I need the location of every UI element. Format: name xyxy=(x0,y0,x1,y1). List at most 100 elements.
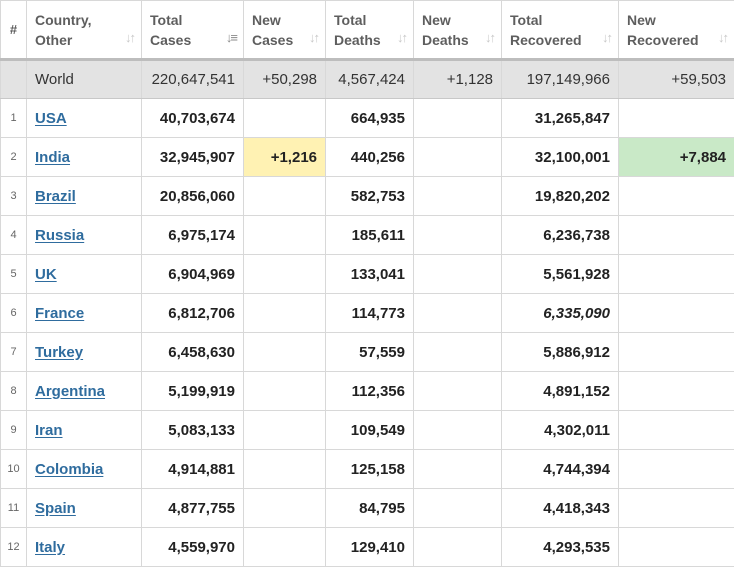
total-deaths-cell: 129,410 xyxy=(325,527,414,567)
header-total-recovered-line2: Recovered xyxy=(510,31,582,48)
table-row: 6 France 6,812,706 114,773 6,335,090 xyxy=(0,293,734,333)
new-cases-cell: +1,216 xyxy=(243,137,326,177)
sort-icon[interactable]: ↓↑ xyxy=(485,28,496,48)
header-rank[interactable]: # xyxy=(0,0,27,60)
world-total-row: World 220,647,541 +50,298 4,567,424 +1,1… xyxy=(0,58,734,99)
new-recovered-cell xyxy=(618,488,734,528)
total-cases-cell: 5,083,133 xyxy=(141,410,244,450)
total-recovered-cell: 5,561,928 xyxy=(501,254,619,294)
total-deaths-cell: 664,935 xyxy=(325,98,414,138)
total-cases-cell: 32,945,907 xyxy=(141,137,244,177)
new-recovered-cell xyxy=(618,410,734,450)
total-deaths-cell: 57,559 xyxy=(325,332,414,372)
country-link[interactable]: Argentina xyxy=(35,383,105,400)
new-cases-cell xyxy=(243,332,326,372)
country-link[interactable]: Brazil xyxy=(35,188,76,205)
header-new-recovered[interactable]: New Recovered ↓↑ xyxy=(618,0,734,60)
country-cell: Colombia xyxy=(26,449,142,489)
rank-cell: 10 xyxy=(0,449,27,489)
table-row: 2 India 32,945,907 +1,216 440,256 32,100,001 +… xyxy=(0,137,734,177)
sort-icon[interactable]: ↓↑ xyxy=(602,28,613,48)
header-new-recovered-line1: New xyxy=(627,11,656,28)
header-total-recovered[interactable]: Total Recovered ↓↑ xyxy=(501,0,619,60)
new-deaths-cell xyxy=(413,254,502,294)
total-cases-cell: 6,975,174 xyxy=(141,215,244,255)
new-deaths-cell xyxy=(413,371,502,411)
total-deaths-cell: 114,773 xyxy=(325,293,414,333)
new-cases-cell xyxy=(243,98,326,138)
total-cases-cell: 40,703,674 xyxy=(141,98,244,138)
country-link[interactable]: Turkey xyxy=(35,344,83,361)
sort-icon[interactable]: ↓↑ xyxy=(718,28,729,48)
world-total-recovered: 197,149,966 xyxy=(501,58,619,99)
country-link[interactable]: Colombia xyxy=(35,461,103,478)
total-recovered-cell: 4,891,152 xyxy=(501,371,619,411)
country-cell: India xyxy=(26,137,142,177)
new-cases-cell xyxy=(243,449,326,489)
country-link[interactable]: France xyxy=(35,305,84,322)
total-cases-cell: 6,904,969 xyxy=(141,254,244,294)
new-recovered-cell xyxy=(618,176,734,216)
country-cell: USA xyxy=(26,98,142,138)
header-total-cases[interactable]: Total Cases ↓≡ xyxy=(141,0,244,60)
sort-icon[interactable]: ↓↑ xyxy=(309,28,320,48)
total-deaths-cell: 84,795 xyxy=(325,488,414,528)
table-row: 4 Russia 6,975,174 185,611 6,236,738 xyxy=(0,215,734,255)
header-new-cases[interactable]: New Cases ↓↑ xyxy=(243,0,326,60)
new-deaths-cell xyxy=(413,215,502,255)
sort-icon[interactable]: ↓↑ xyxy=(125,28,136,48)
total-recovered-cell: 32,100,001 xyxy=(501,137,619,177)
header-total-deaths[interactable]: Total Deaths ↓↑ xyxy=(325,0,414,60)
country-link[interactable]: Italy xyxy=(35,539,65,556)
world-new-deaths: +1,128 xyxy=(413,58,502,99)
table-row: 10 Colombia 4,914,881 125,158 4,744,394 xyxy=(0,449,734,489)
world-rank xyxy=(0,58,27,99)
header-new-deaths[interactable]: New Deaths ↓↑ xyxy=(413,0,502,60)
country-link[interactable]: Iran xyxy=(35,422,63,439)
rank-cell: 2 xyxy=(0,137,27,177)
total-recovered-cell: 6,335,090 xyxy=(501,293,619,333)
country-link[interactable]: Spain xyxy=(35,500,76,517)
total-deaths-cell: 185,611 xyxy=(325,215,414,255)
total-deaths-cell: 125,158 xyxy=(325,449,414,489)
country-link[interactable]: Russia xyxy=(35,227,84,244)
sort-active-icon[interactable]: ↓≡ xyxy=(226,28,238,48)
world-total-cases: 220,647,541 xyxy=(141,58,244,99)
new-recovered-cell xyxy=(618,254,734,294)
table-row: 7 Turkey 6,458,630 57,559 5,886,912 xyxy=(0,332,734,372)
header-total-deaths-line1: Total xyxy=(334,11,367,28)
world-country: World xyxy=(26,58,142,99)
total-deaths-cell: 440,256 xyxy=(325,137,414,177)
rank-cell: 5 xyxy=(0,254,27,294)
new-recovered-cell xyxy=(618,293,734,333)
rank-cell: 11 xyxy=(0,488,27,528)
country-cell: France xyxy=(26,293,142,333)
new-deaths-cell xyxy=(413,293,502,333)
new-cases-cell xyxy=(243,371,326,411)
rank-cell: 8 xyxy=(0,371,27,411)
new-cases-cell xyxy=(243,215,326,255)
header-new-deaths-line1: New xyxy=(422,11,451,28)
country-cell: Argentina xyxy=(26,371,142,411)
header-country[interactable]: Country, Other ↓↑ xyxy=(26,0,142,60)
rank-cell: 4 xyxy=(0,215,27,255)
new-cases-cell xyxy=(243,176,326,216)
header-new-cases-line1: New xyxy=(252,11,281,28)
header-total-deaths-line2: Deaths xyxy=(334,31,381,48)
total-deaths-cell: 582,753 xyxy=(325,176,414,216)
country-cell: Spain xyxy=(26,488,142,528)
new-deaths-cell xyxy=(413,176,502,216)
total-recovered-cell: 31,265,847 xyxy=(501,98,619,138)
header-country-line2: Other xyxy=(35,31,73,48)
sort-icon[interactable]: ↓↑ xyxy=(397,28,408,48)
new-deaths-cell xyxy=(413,488,502,528)
table-row: 8 Argentina 5,199,919 112,356 4,891,152 xyxy=(0,371,734,411)
new-cases-cell xyxy=(243,488,326,528)
total-recovered-cell: 4,302,011 xyxy=(501,410,619,450)
header-new-recovered-line2: Recovered xyxy=(627,31,699,48)
header-rank-label: # xyxy=(9,21,18,37)
header-row: # Country, Other ↓↑ Total Cases ↓≡ New C… xyxy=(0,0,734,60)
country-link[interactable]: USA xyxy=(35,110,67,127)
country-link[interactable]: UK xyxy=(35,266,57,283)
country-link[interactable]: India xyxy=(35,149,70,166)
